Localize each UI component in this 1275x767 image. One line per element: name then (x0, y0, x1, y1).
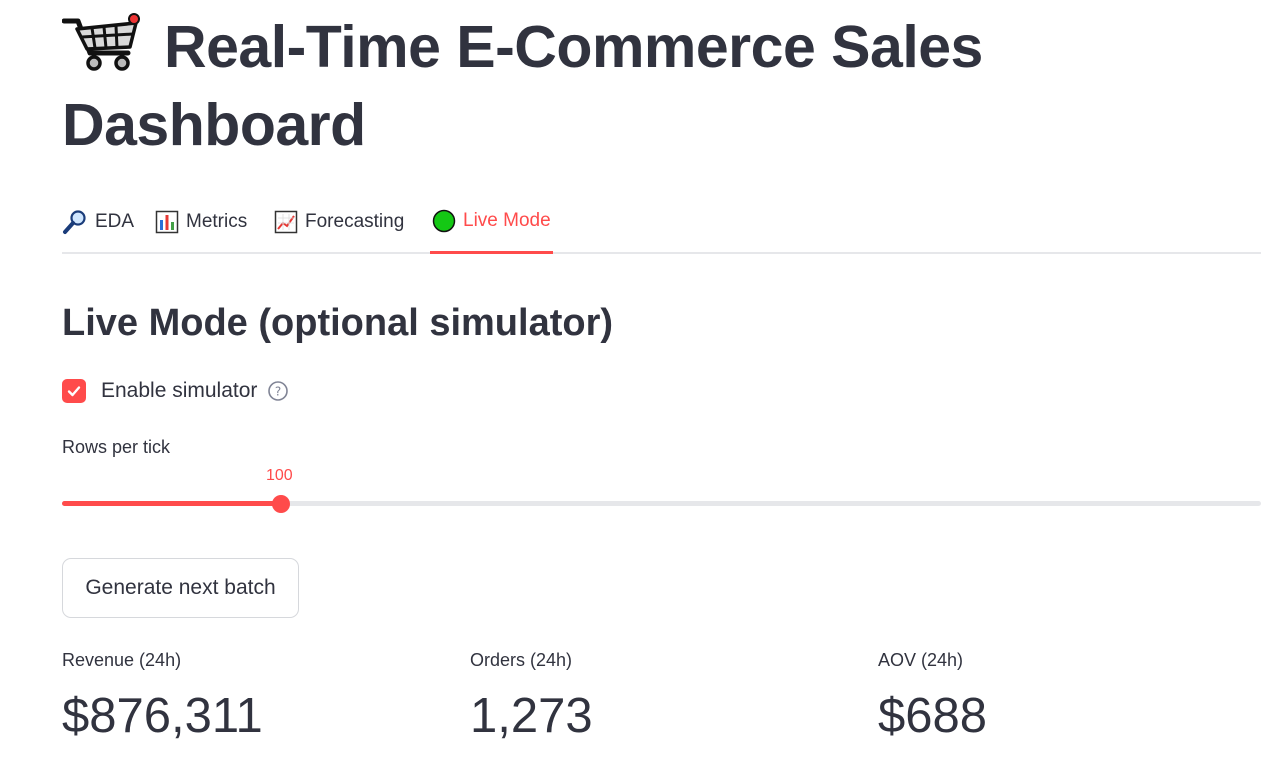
tab-eda[interactable]: EDA (62, 200, 134, 254)
metric-value: 1,273 (470, 689, 593, 743)
slider-fill (62, 501, 282, 506)
tab-label: EDA (95, 211, 135, 232)
metric-label: AOV (24h) (878, 650, 964, 670)
svg-text:?: ? (275, 385, 281, 399)
help-icon[interactable]: ? (267, 380, 289, 402)
enable-simulator-checkbox[interactable] (62, 379, 86, 403)
rows-per-tick-slider[interactable] (62, 495, 1261, 513)
metric-revenue: Revenue (24h) $876,311 (62, 648, 263, 746)
tab-bar: EDA Metrics Forecasting Live Mode (62, 200, 1261, 254)
tab-live-mode[interactable]: Live Mode (430, 200, 553, 254)
metric-value: $876,311 (62, 689, 263, 743)
metric-aov: AOV (24h) $688 (878, 648, 987, 746)
magnifier-icon (63, 210, 86, 234)
enable-simulator-row: Enable simulator ? (62, 376, 289, 406)
metric-value: $688 (878, 689, 988, 743)
check-icon (67, 386, 81, 397)
bar-chart-icon (155, 210, 179, 234)
generate-next-batch-button[interactable]: Generate next batch (62, 558, 299, 618)
shopping-cart-icon (61, 11, 142, 73)
enable-simulator-label: Enable simulator (101, 379, 258, 402)
tab-label: Metrics (186, 211, 248, 232)
slider-value: 100 (266, 467, 293, 484)
page-title: Real-Time E-Commerce Sales Dashboard (61, 8, 1162, 164)
green-circle-icon (432, 209, 456, 232)
tab-metrics[interactable]: Metrics (155, 200, 247, 254)
tab-label: Forecasting (305, 211, 405, 232)
tab-label: Live Mode (463, 209, 551, 231)
tab-forecasting[interactable]: Forecasting (274, 200, 404, 254)
metric-label: Orders (24h) (470, 650, 573, 670)
metric-orders: Orders (24h) 1,273 (470, 648, 593, 746)
trend-chart-icon (274, 210, 298, 234)
rows-per-tick-label: Rows per tick (62, 437, 171, 457)
slider-thumb[interactable] (272, 495, 291, 513)
section-heading: Live Mode (optional simulator) (62, 302, 614, 344)
metric-label: Revenue (24h) (62, 650, 182, 670)
